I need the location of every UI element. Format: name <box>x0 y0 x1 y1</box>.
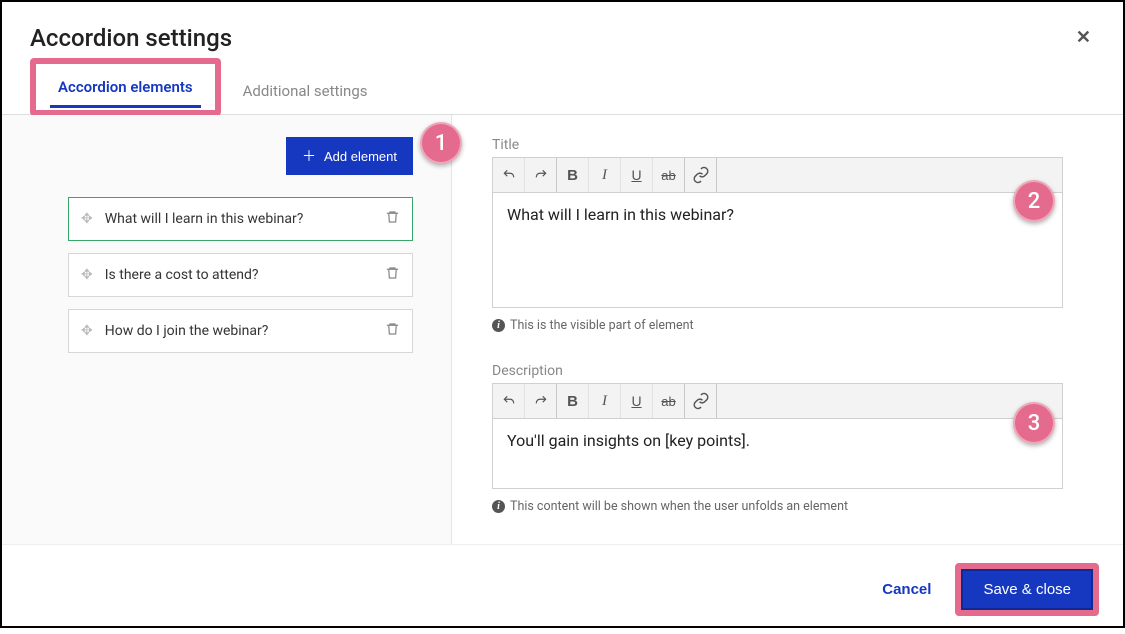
close-icon[interactable]: ✕ <box>1072 24 1095 50</box>
modal-footer: Cancel Save & close <box>2 545 1123 634</box>
info-icon: i <box>492 319 505 332</box>
trash-icon[interactable] <box>385 321 400 341</box>
add-element-button[interactable]: ＋ Add element <box>286 137 413 175</box>
accordion-settings-modal: Accordion settings ✕ Accordion elements … <box>0 0 1125 628</box>
element-item-label: Is there a cost to attend? <box>105 267 373 283</box>
element-item-label: What will I learn in this webinar? <box>105 211 373 227</box>
underline-button[interactable]: U <box>621 384 653 418</box>
save-and-close-button[interactable]: Save & close <box>961 569 1093 610</box>
drag-handle-icon[interactable]: ✥ <box>81 267 93 283</box>
element-item[interactable]: ✥ Is there a cost to attend? <box>68 253 413 297</box>
modal-header: Accordion settings ✕ <box>2 2 1123 58</box>
italic-button[interactable]: I <box>589 384 621 418</box>
strikethrough-button[interactable]: ab <box>653 384 685 418</box>
strikethrough-button[interactable]: ab <box>653 158 685 192</box>
info-icon: i <box>492 500 505 513</box>
link-icon[interactable] <box>685 384 717 418</box>
modal-title: Accordion settings <box>30 24 232 52</box>
bold-button[interactable]: B <box>557 158 589 192</box>
drag-handle-icon[interactable]: ✥ <box>81 323 93 339</box>
description-toolbar: B I U ab <box>492 383 1063 419</box>
bold-button[interactable]: B <box>557 384 589 418</box>
annotation-marker-1: 1 <box>420 122 462 164</box>
element-item[interactable]: ✥ How do I join the webinar? <box>68 309 413 353</box>
redo-icon[interactable] <box>525 384 557 418</box>
editor-panel: Title B I U ab i This is the visible par… <box>452 115 1123 544</box>
description-label: Description <box>492 363 1063 379</box>
modal-body: ＋ Add element ✥ What will I learn in thi… <box>2 115 1123 545</box>
description-field-group: Description B I U ab i This content will… <box>492 363 1063 514</box>
add-element-label: Add element <box>324 149 397 164</box>
title-label: Title <box>492 137 1063 153</box>
italic-button[interactable]: I <box>589 158 621 192</box>
trash-icon[interactable] <box>385 265 400 285</box>
element-item-label: How do I join the webinar? <box>105 323 373 339</box>
undo-icon[interactable] <box>493 158 525 192</box>
elements-panel: ＋ Add element ✥ What will I learn in thi… <box>2 115 452 544</box>
title-hint: i This is the visible part of element <box>492 318 1063 333</box>
title-field-group: Title B I U ab i This is the visible par… <box>492 137 1063 333</box>
element-item[interactable]: ✥ What will I learn in this webinar? <box>68 197 413 241</box>
highlight-box-tab: Accordion elements <box>30 58 221 116</box>
trash-icon[interactable] <box>385 209 400 229</box>
underline-button[interactable]: U <box>621 158 653 192</box>
tab-additional-settings[interactable]: Additional settings <box>221 68 390 114</box>
annotation-marker-3: 3 <box>1013 402 1055 444</box>
description-input[interactable] <box>492 419 1063 489</box>
cancel-button[interactable]: Cancel <box>878 571 935 608</box>
description-hint: i This content will be shown when the us… <box>492 499 1063 514</box>
redo-icon[interactable] <box>525 158 557 192</box>
title-toolbar: B I U ab <box>492 157 1063 193</box>
link-icon[interactable] <box>685 158 717 192</box>
drag-handle-icon[interactable]: ✥ <box>81 211 93 227</box>
title-input[interactable] <box>492 193 1063 308</box>
undo-icon[interactable] <box>493 384 525 418</box>
highlight-box-save: Save & close <box>955 563 1099 616</box>
annotation-marker-2: 2 <box>1013 180 1055 222</box>
tab-accordion-elements[interactable]: Accordion elements <box>36 64 215 110</box>
tabs-strip: Accordion elements Additional settings <box>2 58 1123 115</box>
plus-icon: ＋ <box>302 146 316 166</box>
